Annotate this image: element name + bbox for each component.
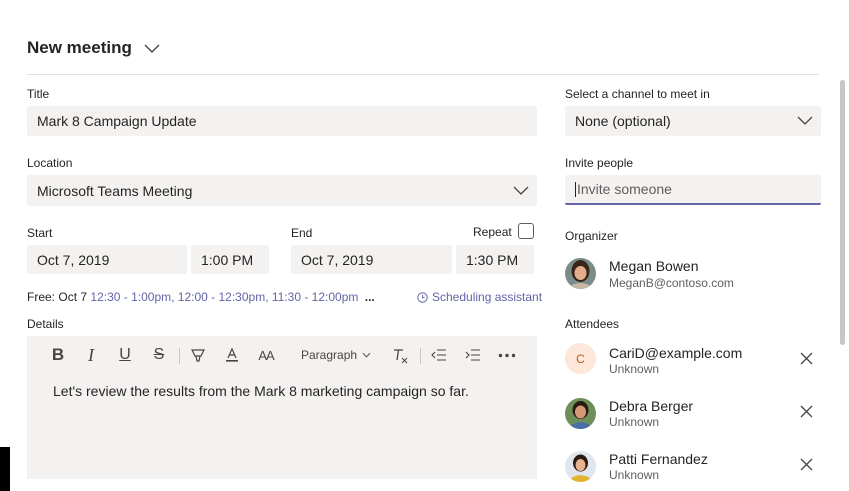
- clock-icon: [417, 291, 428, 303]
- availability-slot[interactable]: 12:00 - 12:30pm,: [178, 290, 269, 304]
- end-date-value: Oct 7, 2019: [301, 251, 374, 268]
- toolbar-divider: [420, 348, 421, 364]
- close-icon[interactable]: [800, 352, 813, 365]
- clear-formatting-icon[interactable]: [392, 347, 409, 364]
- location-value: Microsoft Teams Meeting: [37, 182, 193, 199]
- repeat-label: Repeat: [473, 225, 512, 239]
- paragraph-label: Paragraph: [301, 348, 358, 362]
- attendee-name: Patti Fernandez: [609, 451, 708, 467]
- location-select[interactable]: Microsoft Teams Meeting: [27, 175, 537, 206]
- start-time-value: 1:00 PM: [201, 251, 254, 268]
- strikethrough-button[interactable]: S: [151, 345, 167, 365]
- location-label: Location: [27, 156, 73, 170]
- invite-people-input[interactable]: Invite someone: [565, 175, 821, 205]
- availability-slot[interactable]: 11:30 - 12:00pm: [272, 290, 359, 304]
- more-options-icon[interactable]: [498, 353, 516, 358]
- organizer-label: Organizer: [565, 229, 618, 243]
- attendee-name: CariD@example.com: [609, 345, 743, 361]
- paragraph-dropdown[interactable]: Paragraph: [301, 345, 371, 365]
- avatar: [565, 451, 596, 482]
- title-label: Title: [27, 87, 50, 101]
- scheduling-assistant-link[interactable]: Scheduling assistant: [417, 290, 542, 304]
- window-edge: [0, 447, 10, 491]
- italic-button[interactable]: I: [83, 345, 99, 365]
- start-date-picker[interactable]: Oct 7, 2019: [27, 245, 187, 274]
- avatar: C: [565, 343, 596, 374]
- header-divider: [27, 74, 819, 75]
- decrease-indent-icon[interactable]: [431, 348, 447, 362]
- highlighter-icon[interactable]: [190, 347, 206, 363]
- availability-slot[interactable]: 12:30 - 1:00pm,: [90, 290, 174, 304]
- toolbar-divider: [179, 348, 180, 364]
- organizer-name: Megan Bowen: [609, 258, 699, 274]
- channel-value: None (optional): [575, 113, 671, 129]
- attendee-status: Unknown: [609, 468, 660, 482]
- invite-label: Invite people: [565, 156, 634, 170]
- attendee-status: Unknown: [609, 362, 660, 376]
- attendee-name: Debra Berger: [609, 398, 694, 414]
- availability-day: Oct 7: [58, 290, 88, 304]
- more-slots-button[interactable]: ...: [365, 290, 375, 304]
- scheduling-assistant-label: Scheduling assistant: [432, 290, 543, 304]
- availability-prefix: Free:: [27, 290, 56, 304]
- title-input-value: Mark 8 Campaign Update: [37, 113, 197, 129]
- end-date-picker[interactable]: Oct 7, 2019: [291, 245, 452, 274]
- end-time-value: 1:30 PM: [466, 251, 519, 268]
- organizer-email: MeganB@contoso.com: [609, 276, 734, 290]
- details-label: Details: [27, 317, 64, 331]
- bold-button[interactable]: B: [50, 345, 66, 365]
- text-caret: [575, 181, 576, 197]
- font-size-button[interactable]: AA: [256, 345, 276, 365]
- start-time-picker[interactable]: 1:00 PM: [191, 245, 269, 274]
- page-title: New meeting: [27, 38, 132, 57]
- chevron-down-icon[interactable]: [144, 44, 160, 54]
- font-color-icon[interactable]: [224, 347, 240, 363]
- start-date-value: Oct 7, 2019: [37, 251, 110, 268]
- end-time-picker[interactable]: 1:30 PM: [456, 245, 534, 274]
- avatar: [565, 258, 596, 289]
- start-label: Start: [27, 226, 53, 240]
- channel-select[interactable]: None (optional): [565, 106, 821, 136]
- end-label: End: [291, 226, 313, 240]
- invite-placeholder: Invite someone: [577, 181, 672, 197]
- attendees-label: Attendees: [565, 317, 620, 331]
- scrollbar-thumb[interactable]: [840, 80, 845, 345]
- attendee-status: Unknown: [609, 415, 660, 429]
- chevron-down-icon: [362, 352, 371, 358]
- availability-line: Free: Oct 7 12:30 - 1:00pm, 12:00 - 12:3…: [27, 290, 375, 304]
- avatar: [565, 398, 596, 429]
- title-input[interactable]: Mark 8 Campaign Update: [27, 106, 537, 136]
- details-editor[interactable]: [27, 336, 537, 479]
- close-icon[interactable]: [800, 458, 813, 471]
- repeat-checkbox[interactable]: [518, 223, 534, 239]
- chevron-down-icon: [797, 116, 813, 125]
- details-body-text[interactable]: Let's review the results from the Mark 8…: [53, 383, 469, 399]
- increase-indent-icon[interactable]: [465, 348, 481, 362]
- chevron-down-icon: [513, 186, 529, 195]
- close-icon[interactable]: [800, 405, 813, 418]
- channel-label: Select a channel to meet in: [565, 87, 710, 101]
- underline-button[interactable]: U: [117, 345, 133, 365]
